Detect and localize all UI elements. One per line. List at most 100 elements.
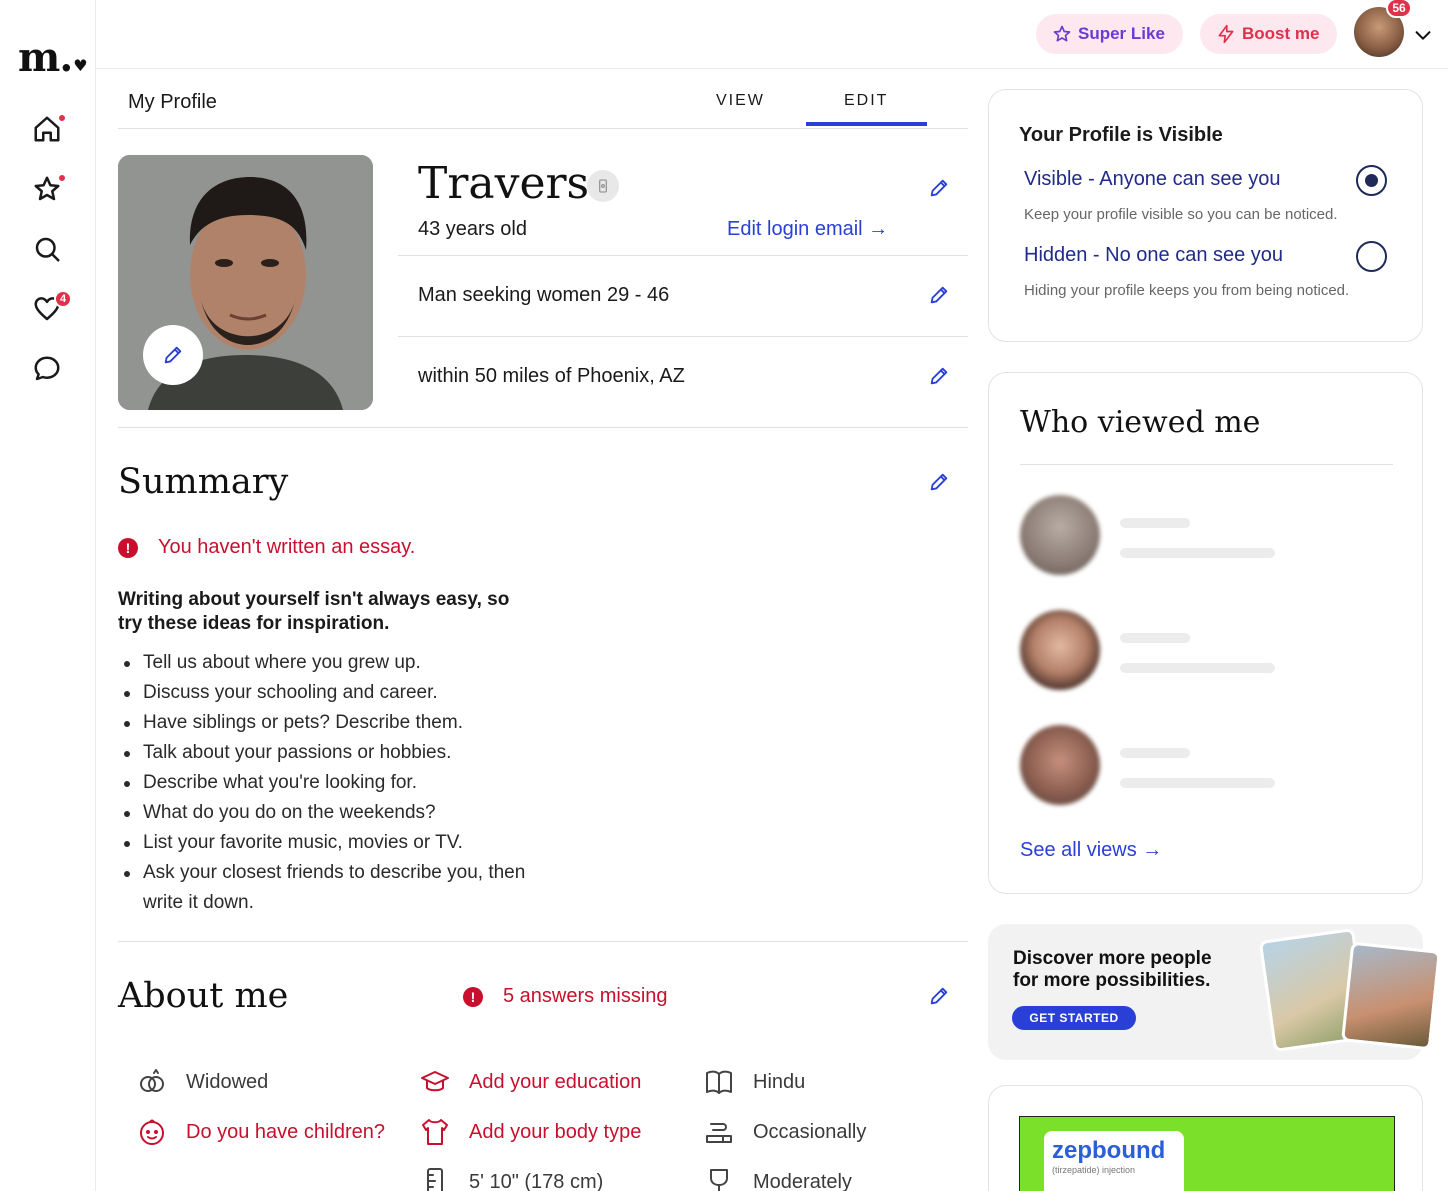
hidden-option-description: Hiding your profile keeps you from being…: [1024, 282, 1350, 299]
verify-phone-icon[interactable]: [587, 170, 619, 202]
location-preference: within 50 miles of Phoenix, AZ: [418, 365, 685, 387]
divider: [118, 941, 968, 942]
boost-button[interactable]: Boost me: [1200, 14, 1338, 54]
answers-missing-warning[interactable]: 5 answers missing: [503, 985, 668, 1008]
page-title: My Profile: [128, 91, 217, 113]
list-item: Ask your closest friends to describe you…: [124, 858, 543, 918]
edit-about-me-button[interactable]: [928, 985, 950, 1007]
height-attribute[interactable]: 5' 10" (178 cm): [419, 1166, 689, 1191]
essay-warning[interactable]: You haven't written an essay.: [158, 536, 415, 559]
get-started-button[interactable]: GET STARTED: [1012, 1006, 1136, 1030]
drinking-attribute[interactable]: Moderately: [703, 1166, 953, 1191]
edit-photo-button[interactable]: [143, 325, 203, 385]
attribute-value: Hindu: [753, 1071, 806, 1093]
profile-name: Travers: [418, 158, 590, 209]
attribute-value: Add your body type: [469, 1121, 642, 1143]
tips-heading: Writing about yourself isn't always easy…: [118, 589, 510, 634]
tab-view[interactable]: VIEW: [716, 92, 765, 110]
chevron-down-icon[interactable]: [1412, 24, 1434, 46]
who-viewed-me-card: Who viewed me See all views →: [988, 372, 1423, 894]
list-item: Have siblings or pets? Describe them.: [124, 708, 543, 738]
shirt-icon: [422, 1119, 448, 1145]
messages-nav-button[interactable]: [30, 352, 64, 386]
advertisement-banner[interactable]: zepbound (tirzepatide) injection: [1019, 1116, 1395, 1191]
divider: [118, 427, 968, 428]
seeking-preference: Man seeking women 29 - 46: [418, 284, 670, 306]
who-viewed-me-title: Who viewed me: [1020, 405, 1261, 440]
religion-attribute[interactable]: Hindu: [703, 1066, 953, 1098]
visible-option-description: Keep your profile visible so you can be …: [1024, 206, 1338, 223]
pencil-icon: [930, 367, 948, 385]
star-notification-dot: [57, 173, 67, 183]
promo-photo: [1341, 941, 1441, 1051]
marital-status-attribute[interactable]: Widowed: [136, 1066, 386, 1098]
attribute-value: Add your education: [469, 1071, 642, 1093]
list-item: List your favorite music, movies or TV.: [124, 828, 543, 858]
children-attribute[interactable]: Do you have children?: [136, 1116, 386, 1148]
smoking-attribute[interactable]: Occasionally: [703, 1116, 953, 1148]
hidden-option-label[interactable]: Hidden - No one can see you: [1024, 244, 1283, 267]
boost-label: Boost me: [1242, 24, 1320, 43]
super-like-label: Super Like: [1078, 24, 1165, 43]
about-me-heading: About me: [118, 976, 289, 1016]
tips-list: Tell us about where you grew up. Discuss…: [124, 648, 543, 918]
ad-card: zepbound (tirzepatide) injection: [988, 1085, 1423, 1191]
attribute-value: 5' 10" (178 cm): [469, 1171, 604, 1191]
hidden-radio[interactable]: [1356, 241, 1387, 272]
attribute-value: Widowed: [186, 1071, 269, 1093]
pencil-icon: [930, 286, 948, 304]
baby-face-icon: [140, 1119, 164, 1145]
alert-icon: !: [463, 987, 483, 1007]
list-item: Tell us about where you grew up.: [124, 648, 543, 678]
education-attribute[interactable]: Add your education: [419, 1066, 689, 1098]
list-item: Describe what you're looking for.: [124, 768, 543, 798]
home-notification-dot: [57, 113, 67, 123]
divider: [398, 255, 968, 256]
edit-name-button[interactable]: [928, 177, 950, 199]
lightning-icon: [1218, 24, 1234, 44]
pencil-icon: [164, 346, 182, 364]
list-item: Discuss your schooling and career.: [124, 678, 543, 708]
notification-count-badge: 56: [1386, 0, 1412, 18]
viewer-name-placeholder: [1120, 518, 1190, 528]
list-item: What do you do on the weekends?: [124, 798, 543, 828]
list-item: Talk about your passions or hobbies.: [124, 738, 543, 768]
graduation-cap-icon: [421, 1071, 449, 1092]
pencil-icon: [930, 473, 948, 491]
viewer-avatar[interactable]: [1020, 495, 1100, 575]
viewer-detail-placeholder: [1120, 548, 1275, 558]
match-logo[interactable]: m.♥: [18, 34, 88, 81]
super-like-button[interactable]: Super Like: [1036, 14, 1183, 54]
likes-count-badge: 4: [54, 290, 72, 308]
visibility-card: Your Profile is Visible Visible - Anyone…: [988, 89, 1423, 342]
star-icon: [1053, 25, 1071, 42]
discover-promo-card: Discover more people for more possibilit…: [988, 924, 1441, 1060]
edit-location-button[interactable]: [928, 365, 950, 387]
divider: [1020, 464, 1393, 465]
promo-text: Discover more people for more possibilit…: [1013, 948, 1212, 991]
tab-edit[interactable]: EDIT: [844, 92, 888, 110]
attribute-value: Do you have children?: [186, 1121, 386, 1143]
ad-brand-name: zepbound: [1052, 1137, 1166, 1164]
attribute-value: Occasionally: [753, 1121, 867, 1143]
ad-logo: zepbound (tirzepatide) injection: [1044, 1131, 1184, 1191]
pencil-icon: [930, 987, 948, 1005]
visible-option-label[interactable]: Visible - Anyone can see you: [1024, 168, 1280, 191]
logo-text: m.: [18, 34, 73, 81]
viewer-avatar[interactable]: [1020, 610, 1100, 690]
edit-summary-button[interactable]: [928, 471, 950, 493]
edit-seeking-button[interactable]: [928, 284, 950, 306]
heart-icon: ♥: [73, 56, 87, 75]
see-all-views-link[interactable]: See all views →: [1020, 839, 1162, 862]
body-type-attribute[interactable]: Add your body type: [419, 1116, 689, 1148]
attribute-value: Moderately: [753, 1171, 852, 1191]
viewer-avatar[interactable]: [1020, 725, 1100, 805]
chat-bubble-icon: [34, 356, 60, 381]
viewer-detail-placeholder: [1120, 778, 1275, 788]
edit-login-email-link[interactable]: Edit login email →: [727, 218, 888, 241]
pencil-icon: [930, 179, 948, 197]
search-nav-button[interactable]: [30, 232, 64, 266]
top-bar: Super Like Boost me 56: [96, 0, 1448, 69]
visible-radio[interactable]: [1356, 165, 1387, 196]
smoking-icon: [706, 1123, 732, 1143]
